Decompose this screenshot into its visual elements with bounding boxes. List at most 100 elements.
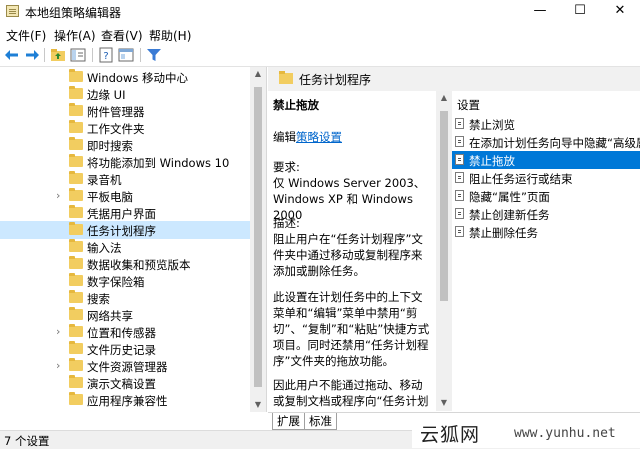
minimize-button[interactable]: — xyxy=(520,0,560,24)
setting-row[interactable]: 阻止任务运行或结束 xyxy=(452,169,640,187)
policy-setting-icon xyxy=(455,118,464,129)
tree-item-label: 平板电脑 xyxy=(87,190,133,204)
tree-item[interactable]: 搜索 xyxy=(0,289,250,307)
tree-item-label: 搜索 xyxy=(87,292,110,306)
tab-extended[interactable]: 扩展 xyxy=(272,413,305,430)
description-scroll-thumb[interactable] xyxy=(440,111,448,301)
menu-file[interactable]: 文件(F) xyxy=(6,27,46,44)
tree-item-label: 任务计划程序 xyxy=(87,224,156,238)
tree-item[interactable]: 网络共享 xyxy=(0,306,250,324)
tree-item[interactable]: 数据收集和预览版本 xyxy=(0,255,250,273)
scroll-down-icon[interactable]: ▼ xyxy=(250,400,266,409)
show-hide-tree-icon[interactable] xyxy=(70,47,86,63)
right-pane-title: 任务计划程序 xyxy=(299,73,372,87)
menu-help[interactable]: 帮助(H) xyxy=(149,27,191,44)
folder-icon xyxy=(69,120,83,133)
tree-item-label: 边缘 UI xyxy=(87,88,126,102)
pane-divider[interactable] xyxy=(266,67,267,412)
chevron-right-icon[interactable]: › xyxy=(56,359,60,372)
tree-item[interactable]: 将功能添加到 Windows 10 xyxy=(0,153,250,171)
tree-item[interactable]: 文件历史记录 xyxy=(0,340,250,358)
tab-standard[interactable]: 标准 xyxy=(304,413,337,430)
menu-bar: 文件(F) 操作(A) 查看(V) 帮助(H) xyxy=(0,24,640,44)
policy-setting-icon xyxy=(455,136,464,147)
status-text: 7 个设置 xyxy=(4,434,50,448)
tree-scrollbar[interactable]: ▲ ▼ xyxy=(250,67,266,412)
policy-setting-icon xyxy=(455,172,464,183)
help-icon[interactable]: ? xyxy=(98,47,114,63)
menu-action[interactable]: 操作(A) xyxy=(54,27,96,44)
toolbar: ? xyxy=(0,44,640,67)
setting-label: 在添加计划任务向导中隐藏“高级属性” xyxy=(469,136,640,150)
policy-title: 禁止拖放 xyxy=(273,98,319,112)
folder-icon xyxy=(69,290,83,303)
setting-label: 禁止拖放 xyxy=(469,154,515,168)
description-scrollbar[interactable]: ▲ ▼ xyxy=(436,91,452,411)
folder-icon xyxy=(69,341,83,354)
tree-item[interactable]: 凭据用户界面 xyxy=(0,204,250,222)
policy-setting-icon xyxy=(455,226,464,237)
tree-item[interactable]: 应用程序兼容性 xyxy=(0,391,250,409)
setting-label: 阻止任务运行或结束 xyxy=(469,172,573,186)
setting-row[interactable]: 在添加计划任务向导中隐藏“高级属性” xyxy=(452,133,640,151)
requirements-text: 要求: 仅 Windows Server 2003、Windows XP 和 W… xyxy=(273,160,426,222)
filter-icon[interactable] xyxy=(146,47,162,63)
tree-item[interactable]: 附件管理器 xyxy=(0,102,250,120)
tree-item[interactable]: › 位置和传感器 xyxy=(0,323,250,341)
tree-item-label: 应用程序兼容性 xyxy=(87,394,168,408)
edit-policy-link[interactable]: 策略设置 xyxy=(296,130,342,144)
menu-view[interactable]: 查看(V) xyxy=(101,27,143,44)
chevron-right-icon[interactable]: › xyxy=(56,189,60,202)
toolbar-separator xyxy=(44,48,45,62)
tree-item-label: 文件历史记录 xyxy=(87,343,156,357)
scroll-up-icon[interactable]: ▲ xyxy=(436,93,452,102)
right-pane-header: 任务计划程序 xyxy=(268,67,640,91)
watermark: 云狐网 www.yunhu.net xyxy=(412,418,640,448)
chevron-right-icon[interactable]: › xyxy=(56,325,60,338)
tree-item[interactable]: 演示文稿设置 xyxy=(0,374,250,392)
tree-item-label: 数字保险箱 xyxy=(87,275,145,289)
tree-item[interactable]: 数字保险箱 xyxy=(0,272,250,290)
setting-row[interactable]: 禁止创建新任务 xyxy=(452,205,640,223)
folder-icon xyxy=(69,307,83,320)
tree-scroll-thumb[interactable] xyxy=(254,87,262,387)
forward-arrow-icon[interactable] xyxy=(24,47,40,63)
tree-item[interactable]: 录音机 xyxy=(0,170,250,188)
policy-setting-icon xyxy=(455,190,464,201)
tree-item[interactable]: 任务计划程序 xyxy=(0,221,250,239)
watermark-url: www.yunhu.net xyxy=(514,426,616,441)
tree-item-label: 将功能添加到 Windows 10 xyxy=(87,156,230,170)
settings-list: 设置 禁止浏览在添加计划任务向导中隐藏“高级属性” 禁止拖放阻止任务运行或结束隐藏… xyxy=(452,91,640,411)
tree-item[interactable]: 即时搜索 xyxy=(0,136,250,154)
tree-item[interactable]: › 文件资源管理器 xyxy=(0,357,250,375)
tree-item-label: 工作文件夹 xyxy=(87,122,145,136)
folder-icon xyxy=(69,171,83,184)
tree-item[interactable]: 输入法 xyxy=(0,238,250,256)
description-paragraph-2: 此设置在计划任务中的上下文菜单和“编辑”菜单中禁用“剪切”、“复制”和“粘贴”快… xyxy=(273,290,430,368)
settings-column-header[interactable]: 设置 xyxy=(457,97,480,113)
setting-row[interactable]: 禁止拖放 xyxy=(452,151,640,169)
setting-row[interactable]: 禁止删除任务 xyxy=(452,223,640,241)
folder-icon xyxy=(279,71,293,84)
back-arrow-icon[interactable] xyxy=(4,47,20,63)
folder-icon xyxy=(69,103,83,116)
tree-item[interactable]: Windows 移动中心 xyxy=(0,68,250,86)
tree-item[interactable]: 边缘 UI xyxy=(0,85,250,103)
tree-item[interactable]: 工作文件夹 xyxy=(0,119,250,137)
maximize-button[interactable]: ☐ xyxy=(560,0,600,24)
folder-icon xyxy=(69,222,83,235)
up-folder-icon[interactable] xyxy=(50,47,66,63)
properties-icon[interactable] xyxy=(118,47,134,63)
scroll-up-icon[interactable]: ▲ xyxy=(250,69,266,78)
tree-item-label: 网络共享 xyxy=(87,309,133,323)
tree-item[interactable]: › 平板电脑 xyxy=(0,187,250,205)
tree-item-label: 数据收集和预览版本 xyxy=(87,258,191,272)
setting-row[interactable]: 隐藏“属性”页面 xyxy=(452,187,640,205)
close-button[interactable]: ✕ xyxy=(600,0,640,24)
folder-icon xyxy=(69,205,83,218)
tree-item-label: 位置和传感器 xyxy=(87,326,156,340)
title-bar: 本地组策略编辑器 — ☐ ✕ xyxy=(0,0,640,24)
tree-item-label: 即时搜索 xyxy=(87,139,133,153)
scroll-down-icon[interactable]: ▼ xyxy=(436,398,452,407)
setting-row[interactable]: 禁止浏览 xyxy=(452,115,640,133)
